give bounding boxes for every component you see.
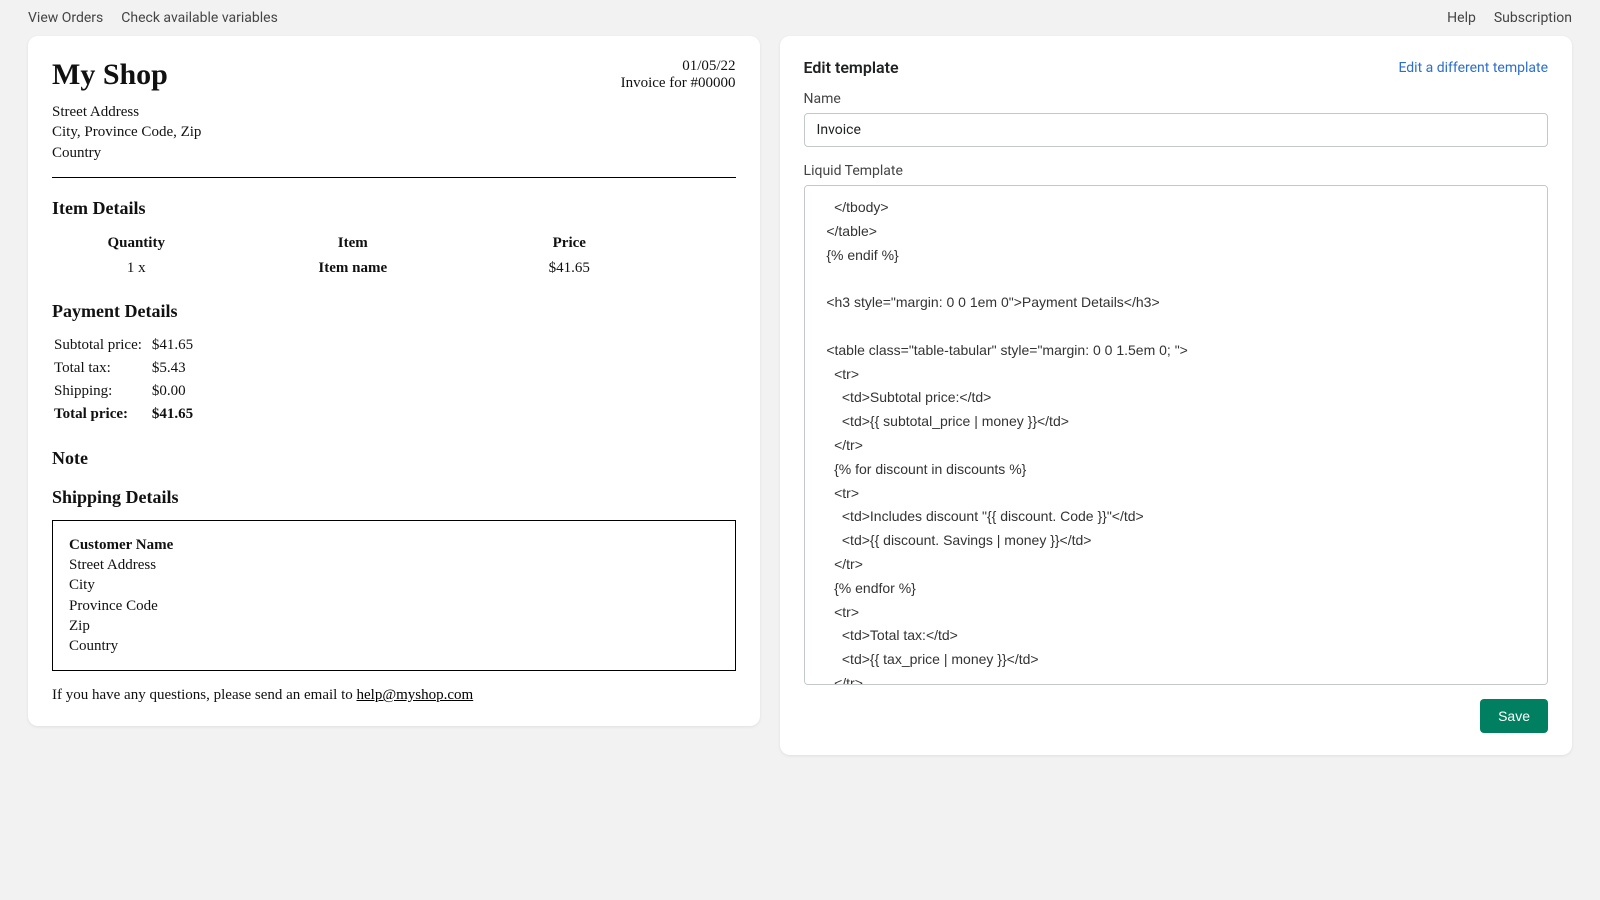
subtotal-value: $41.65 [150, 334, 201, 357]
pay-row-subtotal: Subtotal price: $41.65 [52, 334, 201, 357]
pay-row-tax: Total tax: $5.43 [52, 357, 201, 380]
preview-header: My Shop 01/05/22 Invoice for #00000 [52, 58, 736, 102]
invoice-for: Invoice for #00000 [621, 75, 736, 92]
item-row: 1 x Item name $41.65 [52, 258, 654, 279]
note-heading: Note [52, 448, 736, 469]
edit-different-template-link[interactable]: Edit a different template [1398, 60, 1548, 76]
preview-panel: My Shop 01/05/22 Invoice for #00000 Stre… [28, 36, 760, 726]
item-details-heading: Item Details [52, 198, 736, 219]
pay-row-shipping: Shipping: $0.00 [52, 380, 201, 403]
col-quantity: Quantity [52, 231, 220, 258]
shop-address-line3: Country [52, 143, 736, 163]
preview-header-right: 01/05/22 Invoice for #00000 [621, 58, 736, 92]
tax-value: $5.43 [150, 357, 201, 380]
shop-name: My Shop [52, 58, 168, 92]
top-bar: View Orders Check available variables He… [0, 0, 1600, 36]
top-links-right: Help Subscription [1447, 10, 1572, 26]
liquid-template-label: Liquid Template [804, 163, 1548, 179]
footer-prefix: If you have any questions, please send a… [52, 687, 357, 703]
ship-line3: Province Code [69, 596, 719, 616]
shipping-label: Shipping: [52, 380, 150, 403]
pay-row-total: Total price: $41.65 [52, 403, 201, 426]
footer-line: If you have any questions, please send a… [52, 687, 736, 704]
shop-address-line2: City, Province Code, Zip [52, 122, 736, 142]
item-qty: 1 x [52, 258, 220, 279]
shop-address: Street Address City, Province Code, Zip … [52, 102, 736, 163]
main-content: My Shop 01/05/22 Invoice for #00000 Stre… [0, 36, 1600, 783]
save-button[interactable]: Save [1480, 699, 1548, 733]
template-name-input[interactable] [804, 113, 1548, 147]
editor-footer: Save [804, 699, 1548, 733]
name-label: Name [804, 91, 1548, 107]
ship-line2: City [69, 575, 719, 595]
editor-title: Edit template [804, 58, 899, 77]
ship-line1: Street Address [69, 555, 719, 575]
item-price: $41.65 [485, 258, 653, 279]
editor-header: Edit template Edit a different template [804, 58, 1548, 77]
divider [52, 177, 736, 178]
col-price: Price [485, 231, 653, 258]
payment-details-heading: Payment Details [52, 301, 736, 322]
ship-line4: Zip [69, 616, 719, 636]
tax-label: Total tax: [52, 357, 150, 380]
total-label: Total price: [52, 403, 150, 426]
top-links-left: View Orders Check available variables [28, 10, 278, 26]
items-table: Quantity Item Price 1 x Item name $41.65 [52, 231, 654, 279]
check-variables-link[interactable]: Check available variables [121, 10, 278, 26]
invoice-date: 01/05/22 [621, 58, 736, 75]
shipping-value: $0.00 [150, 380, 201, 403]
ship-line5: Country [69, 636, 719, 656]
customer-name: Customer Name [69, 535, 719, 555]
shipping-details-heading: Shipping Details [52, 487, 736, 508]
item-name: Item name [220, 258, 485, 279]
items-header-row: Quantity Item Price [52, 231, 654, 258]
total-value: $41.65 [150, 403, 201, 426]
col-item: Item [220, 231, 485, 258]
subtotal-label: Subtotal price: [52, 334, 150, 357]
view-orders-link[interactable]: View Orders [28, 10, 103, 26]
help-link[interactable]: Help [1447, 10, 1476, 26]
liquid-template-textarea[interactable] [804, 185, 1548, 685]
shipping-box: Customer Name Street Address City Provin… [52, 520, 736, 672]
editor-panel: Edit template Edit a different template … [780, 36, 1572, 755]
payment-table: Subtotal price: $41.65 Total tax: $5.43 … [52, 334, 201, 426]
subscription-link[interactable]: Subscription [1494, 10, 1572, 26]
footer-email-link[interactable]: help@myshop.com [357, 687, 474, 703]
shop-address-line1: Street Address [52, 102, 736, 122]
